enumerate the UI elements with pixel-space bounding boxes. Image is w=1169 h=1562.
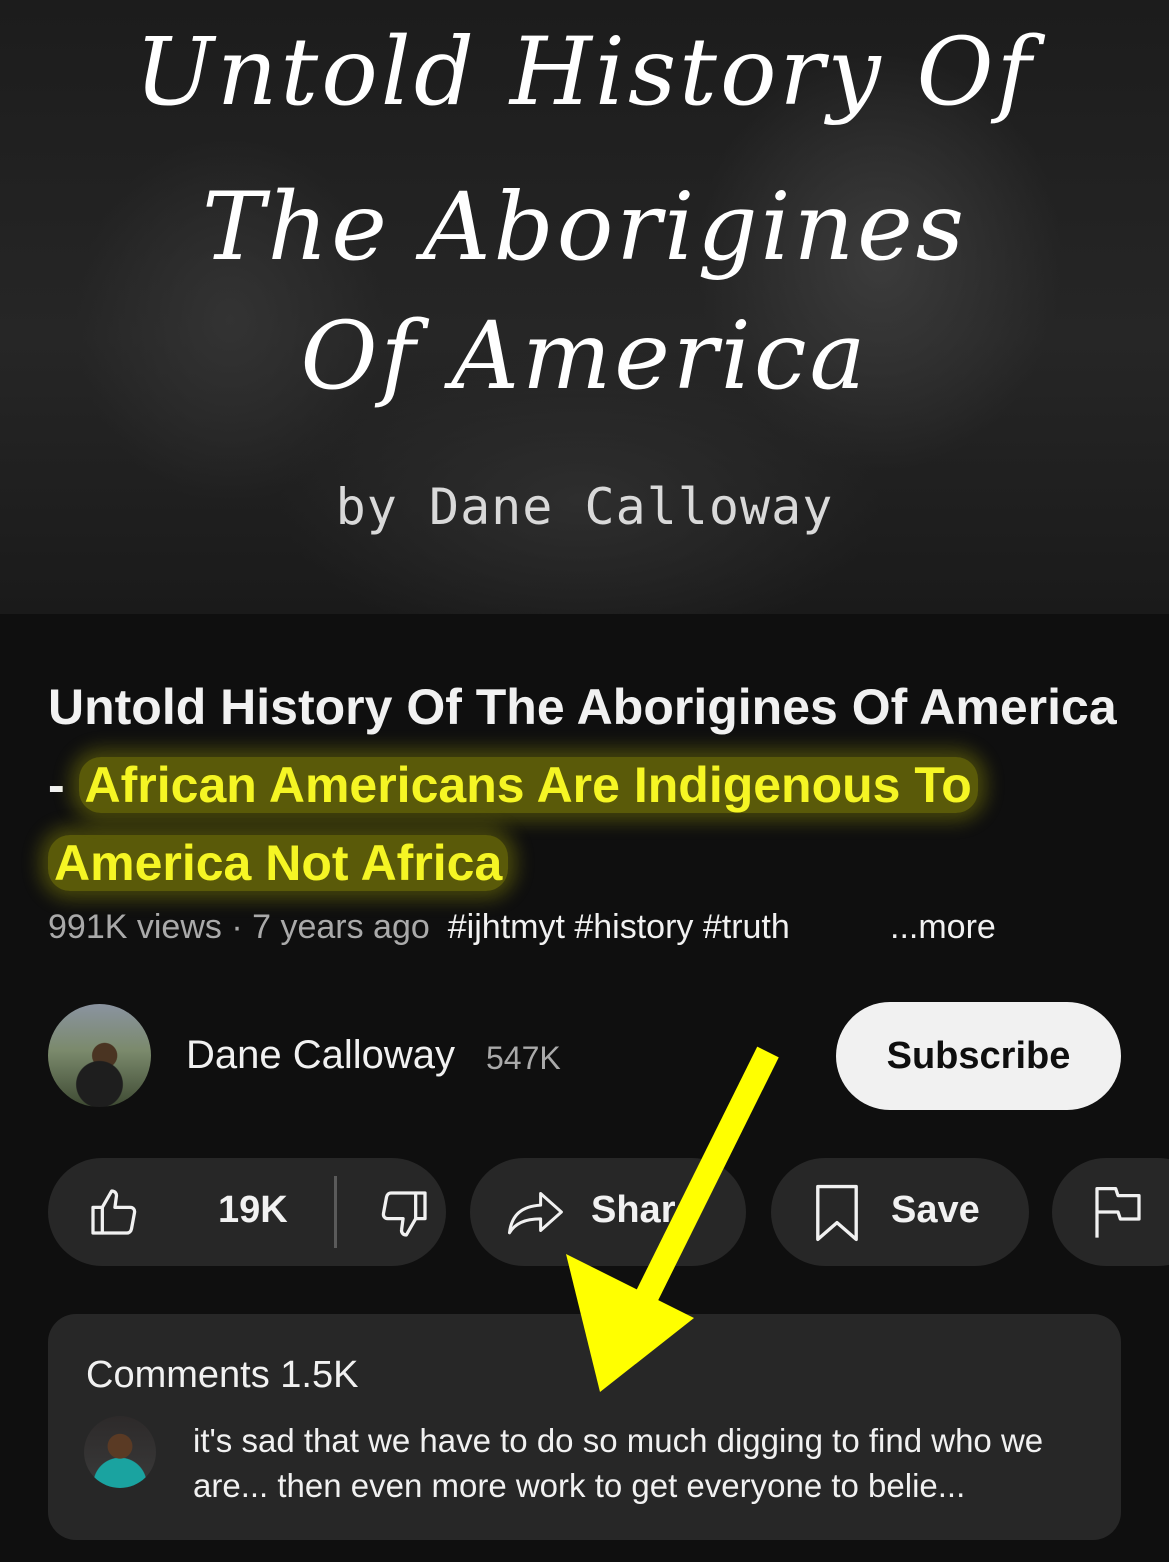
channel-name[interactable]: Dane Calloway	[186, 1033, 455, 1078]
view-count: 991K views	[48, 908, 222, 946]
subscribe-button[interactable]: Subscribe	[836, 1002, 1121, 1110]
comments-header: Comments 1.5K	[86, 1354, 359, 1396]
save-label: Save	[891, 1189, 980, 1231]
thumbnail-title-line-3: Of America	[300, 302, 869, 411]
thumbnail-title-line-1: Untold History Of	[134, 18, 1035, 127]
share-button[interactable]: Share	[470, 1158, 746, 1266]
more-link[interactable]: ...more	[890, 908, 996, 947]
thumbs-up-icon[interactable]	[86, 1184, 142, 1240]
commenter-avatar	[84, 1416, 156, 1488]
video-thumbnail[interactable]: Untold History Of The Aborigines Of Amer…	[0, 0, 1169, 614]
thumbnail-title-line-2: The Aborigines	[201, 173, 968, 282]
meta-separator: ·	[221, 908, 253, 946]
flag-icon	[1092, 1184, 1144, 1240]
report-button[interactable]	[1052, 1158, 1169, 1266]
save-button[interactable]: Save	[771, 1158, 1029, 1266]
top-comment-text: it's sad that we have to do so much digg…	[193, 1422, 1044, 1504]
video-title-highlighted: African Americans Are Indigenous To Amer…	[48, 757, 978, 891]
like-count: 19K	[218, 1189, 288, 1231]
video-meta[interactable]: 991K views · 7 years ago #ijhtmyt #histor…	[48, 908, 1148, 947]
thumbs-down-icon[interactable]	[376, 1186, 432, 1242]
share-label: Share	[591, 1189, 697, 1231]
thumbnail-byline: by Dane Calloway	[335, 478, 834, 536]
video-title[interactable]: Untold History Of The Aborigines Of Amer…	[48, 668, 1138, 902]
comments-panel[interactable]: Comments 1.5K it's sad that we have to d…	[48, 1314, 1121, 1540]
upload-age: 7 years ago	[252, 908, 430, 946]
like-dislike-group: 19K	[48, 1158, 446, 1266]
bookmark-icon	[813, 1184, 861, 1242]
subscriber-count: 547K	[486, 1040, 561, 1076]
channel-avatar[interactable]	[48, 1004, 151, 1107]
like-divider	[334, 1176, 337, 1248]
hashtags[interactable]: #ijhtmyt #history #truth	[448, 908, 790, 946]
share-arrow-icon	[506, 1188, 566, 1236]
